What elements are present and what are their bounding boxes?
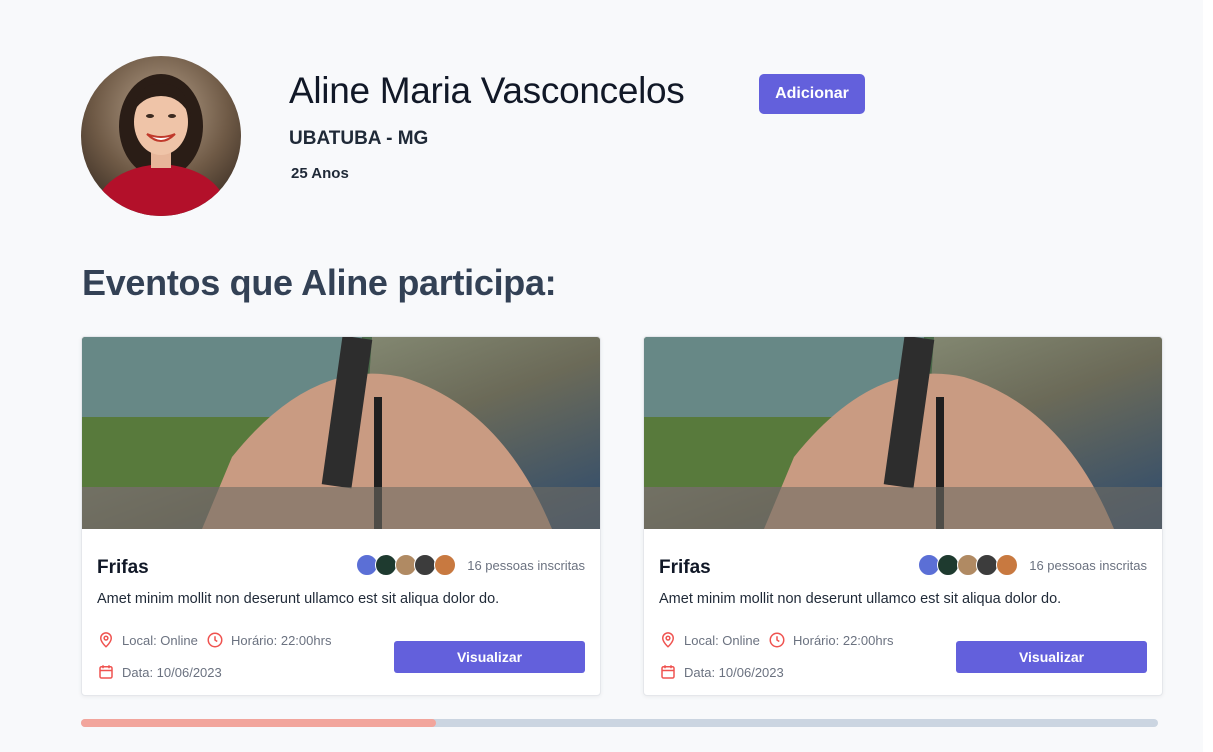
event-time: Horário: 22:00hrs [206,631,331,649]
event-description: Amet minim mollit non deserunt ullamco e… [97,591,500,607]
profile-age: 25 Anos [291,165,349,182]
attendee-avatar [434,554,456,576]
event-time: Horário: 22:00hrs [768,631,893,649]
location-pin-icon [99,632,113,648]
event-card: Frifas 16 pessoas inscritas Amet minim m… [643,336,1163,696]
attendee-avatar [976,554,998,576]
event-description: Amet minim mollit non deserunt ullamco e… [659,591,1062,607]
event-date: Data: 10/06/2023 [97,663,222,681]
scrollbar-thumb[interactable] [81,719,437,727]
event-location-label: Local: Online [122,632,198,648]
horizontal-scrollbar[interactable] [81,719,1158,727]
event-location: Local: Online [659,631,760,649]
event-date-label: Data: 10/06/2023 [122,664,222,680]
subscriber-count: 16 pessoas inscritas [1029,558,1147,573]
attendee-avatar [375,554,397,576]
profile-avatar [81,56,241,216]
profile-name: Aline Maria Vasconcelos [289,70,685,111]
attendee-avatar [937,554,959,576]
calendar-icon [99,665,113,679]
add-friend-button[interactable]: Adicionar [759,74,865,114]
event-card: Frifas 16 pessoas inscritas Amet minim m… [81,336,601,696]
event-date: Data: 10/06/2023 [659,663,784,681]
event-image [644,337,1162,529]
event-time-label: Horário: 22:00hrs [231,632,332,648]
attendee-avatar [996,554,1018,576]
section-title: Eventos que Aline participa: [82,262,557,303]
event-time-label: Horário: 22:00hrs [793,632,894,648]
event-date-label: Data: 10/06/2023 [684,664,784,680]
subscriber-count: 16 pessoas inscritas [467,558,585,573]
event-location: Local: Online [97,631,198,649]
event-image [82,337,600,529]
event-title: Frifas [659,557,711,578]
attendee-avatars [356,554,458,576]
page-edge [1203,0,1213,752]
view-event-button[interactable]: Visualizar [956,641,1147,673]
event-location-label: Local: Online [684,632,760,648]
clock-icon [207,632,223,648]
profile-location: UBATUBA - MG [289,128,429,149]
attendee-avatar [414,554,436,576]
event-title: Frifas [97,557,149,578]
clock-icon [769,632,785,648]
location-pin-icon [661,632,675,648]
calendar-icon [661,665,675,679]
attendee-avatars [918,554,1020,576]
view-event-button[interactable]: Visualizar [394,641,585,673]
